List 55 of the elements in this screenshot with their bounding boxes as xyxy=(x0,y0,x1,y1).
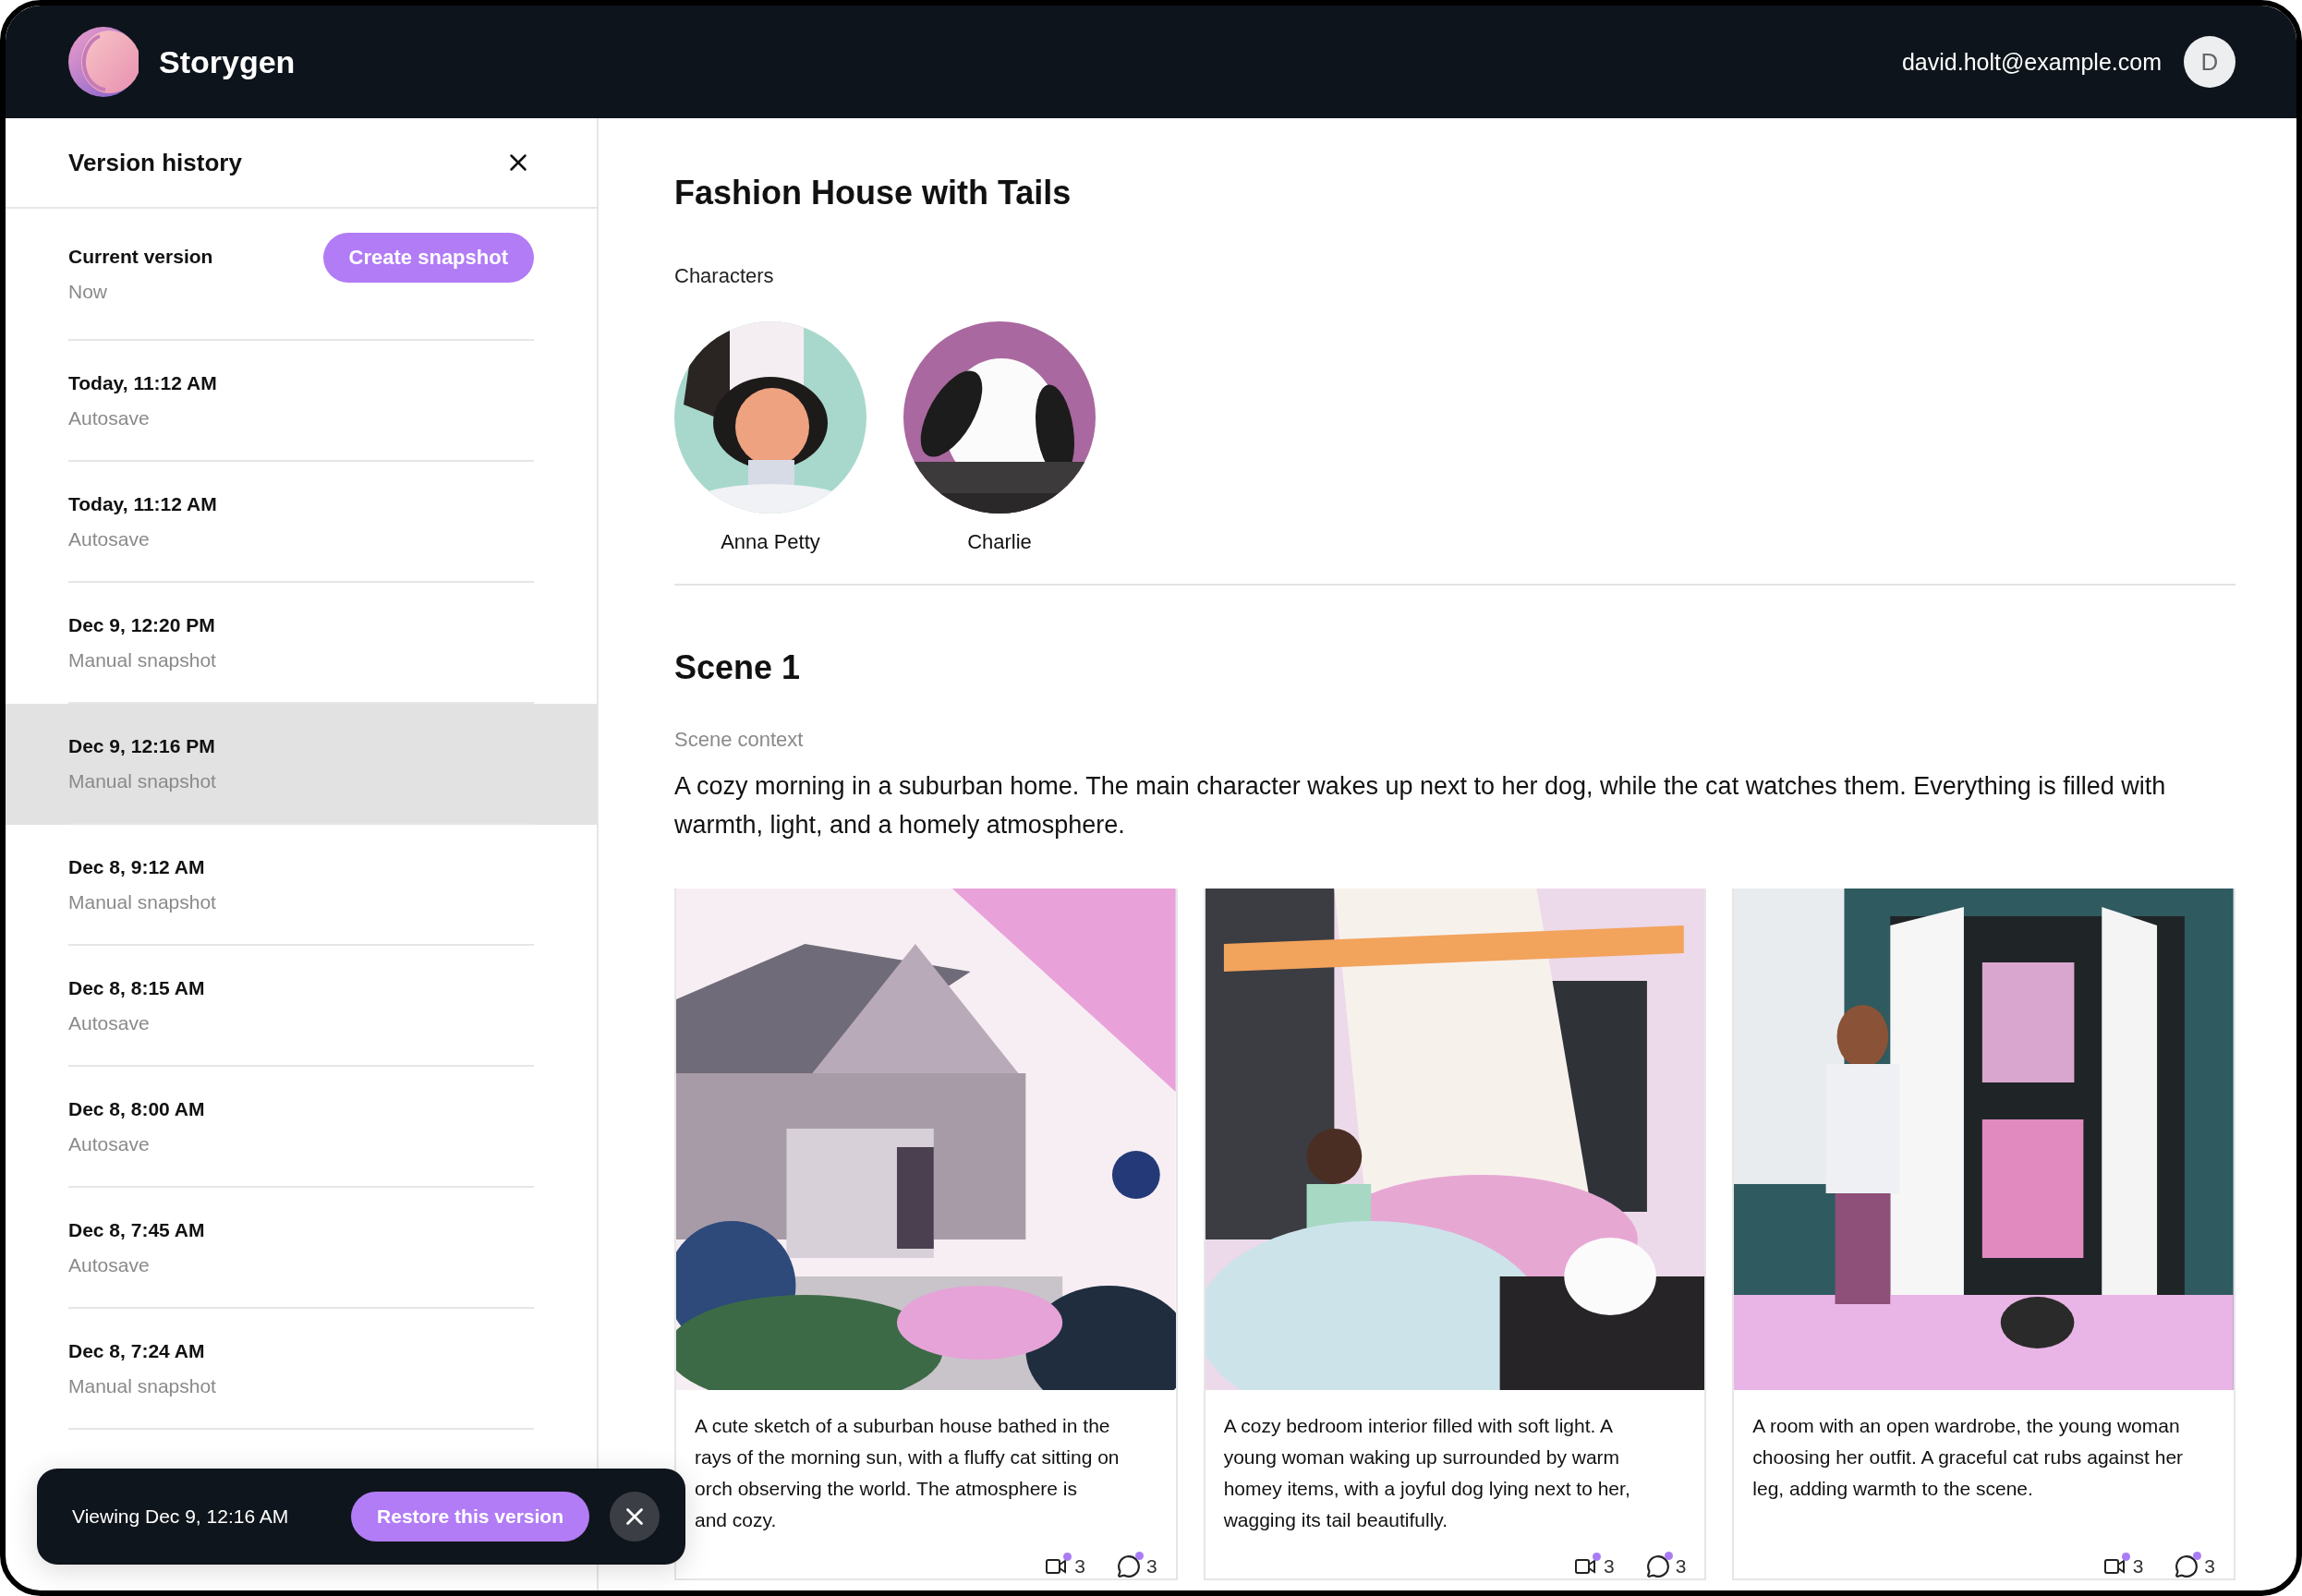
description-line: A cozy bedroom interior filled with soft light. A xyxy=(1223,1414,1614,1438)
section-label: Characters xyxy=(674,264,775,288)
clip-count: 3 xyxy=(1074,1555,1085,1578)
description-line: young woman waking up surrounded by warm xyxy=(1223,1445,1620,1469)
version-title: Current version xyxy=(68,245,214,268)
comment-count: 3 xyxy=(1145,1555,1157,1578)
comment-icon xyxy=(1645,1554,1670,1578)
version-type: Autosave xyxy=(68,527,151,550)
version-type: Manual snapshot xyxy=(68,1374,217,1397)
version-type: Manual snapshot xyxy=(68,890,217,913)
clip-count: 3 xyxy=(1603,1555,1615,1578)
version-type: Autosave xyxy=(68,1253,151,1276)
description-line: and cozy. xyxy=(695,1508,777,1532)
comment-icon xyxy=(1116,1554,1141,1578)
character-name: Charlie xyxy=(967,530,1032,554)
version-type: Manual snapshot xyxy=(68,769,217,792)
description-line: A cute sketch of a suburban house bathed in the xyxy=(695,1414,1110,1438)
description-line: leg, adding warmth to the scene. xyxy=(1752,1477,2033,1501)
clip-count: 3 xyxy=(2132,1555,2144,1578)
comment-count: 3 xyxy=(2204,1555,2215,1578)
comment-count: 3 xyxy=(1675,1555,1687,1578)
version-type: Autosave xyxy=(68,1132,151,1155)
version-date: Dec 8, 9:12 AM xyxy=(68,855,206,878)
version-date: Dec 8, 7:45 AM xyxy=(68,1218,206,1241)
user-email: david.holt@example.com xyxy=(1901,48,2162,76)
description-line: A room with an open wardrobe, the young woman xyxy=(1752,1414,2180,1438)
toast-message: Viewing Dec 9, 12:16 AM xyxy=(72,1505,290,1528)
version-date: Dec 8, 8:00 AM xyxy=(68,1097,206,1120)
version-date: Dec 9, 12:16 PM xyxy=(68,734,216,757)
version-type: Manual snapshot xyxy=(68,648,217,671)
description-line: orch observing the world. The atmosphere is xyxy=(695,1477,1077,1501)
character-name: Anna Petty xyxy=(721,530,820,554)
version-date: Today, 11:12 AM xyxy=(68,371,218,394)
version-date: Today, 11:12 AM xyxy=(68,492,218,515)
version-date: Dec 8, 8:15 AM xyxy=(68,976,206,999)
description-line: wagging its tail beautifully. xyxy=(1223,1508,1448,1532)
version-type: Autosave xyxy=(68,406,151,429)
scene-context: A cozy morning in a suburban home. The main character wakes up next to her dog, while the cat watches them. Everything is filled with warmth, light, and a homely atmosphere. xyxy=(674,771,2167,840)
app-name: Storygen xyxy=(159,43,296,80)
version-time: Now xyxy=(68,280,108,303)
version-type: Autosave xyxy=(68,1011,151,1034)
scene-title: Scene 1 xyxy=(674,648,802,687)
description-line: homey items, with a joyful dog lying next to her, xyxy=(1223,1477,1630,1501)
version-item[interactable]: Dec 9, 12:16 PM Manual snapshot xyxy=(6,704,597,825)
panel-title: Version history xyxy=(68,148,242,177)
description-line: choosing her outfit. A graceful cat rubs against her xyxy=(1752,1445,2184,1469)
description-line: rays of the morning sun, with a fluffy cat sitting on xyxy=(695,1445,1120,1469)
user-avatar[interactable]: D xyxy=(2184,36,2235,88)
version-date: Dec 8, 7:24 AM xyxy=(68,1339,206,1362)
version-date: Dec 9, 12:20 PM xyxy=(68,613,216,636)
logo-icon xyxy=(68,27,139,97)
story-title: Fashion House with Tails xyxy=(674,174,1072,212)
comment-icon xyxy=(2175,1554,2199,1578)
close-button[interactable] xyxy=(610,1492,660,1542)
section-label: Scene context xyxy=(674,728,805,752)
